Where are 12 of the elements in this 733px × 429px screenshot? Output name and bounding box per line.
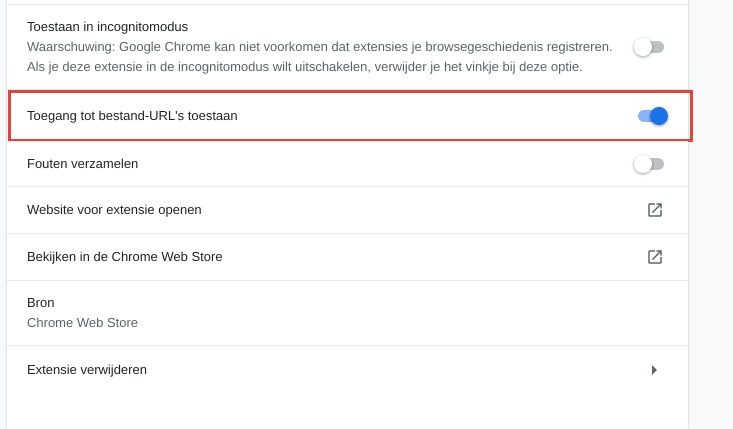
setting-label: Toestaan in incognitomodus [27,18,190,36]
setting-description: Waarschuwing: Google Chrome kan niet voorkomen dat extensies je browsegeschiedenis registreren. Als je deze extensie in de incognitomodus wilt uitschakelen, verwijder je het vinkje bij deze optie. [27,38,614,76]
setting-value: Chrome Web Store [27,314,140,332]
external-link-icon[interactable] [646,201,664,219]
setting-label: Bekijken in de Chrome Web Store [27,248,224,266]
setting-label: Bron [27,294,56,312]
setting-label: Website voor extensie openen [27,201,203,219]
setting-label: Fouten verzamelen [27,155,140,173]
setting-label: Toegang tot bestand-URL's toestaan [27,106,239,125]
external-link-icon[interactable] [646,248,664,266]
setting-label: Extensie verwijderen [27,361,148,379]
caret-icon[interactable] [652,365,658,375]
